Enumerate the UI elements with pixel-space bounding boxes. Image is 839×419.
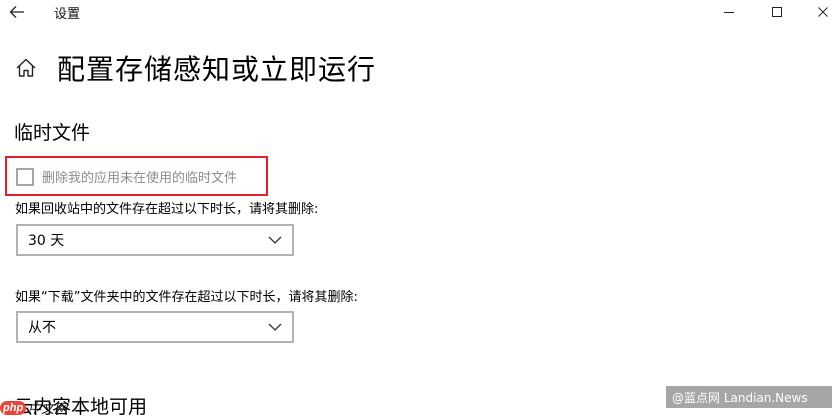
- page-title: 配置存储感知或立即运行: [57, 53, 377, 86]
- maximize-icon: [772, 7, 782, 17]
- back-button[interactable]: [6, 2, 28, 22]
- downloads-label: 如果“下载”文件夹中的文件存在超过以下时长，请将其删除:: [15, 290, 358, 305]
- recycle-bin-label: 如果回收站中的文件存在超过以下时长，请将其删除:: [15, 202, 319, 217]
- minimize-button[interactable]: [706, 0, 752, 24]
- checkbox-label: 删除我的应用未在使用的临时文件: [42, 171, 238, 186]
- chevron-down-icon: [268, 323, 282, 331]
- recycle-bin-dropdown-value: 30 天: [28, 233, 65, 249]
- recycle-bin-dropdown[interactable]: 30 天: [16, 224, 294, 256]
- downloads-dropdown[interactable]: 从不: [16, 311, 294, 343]
- title-bar: 设置: [0, 0, 839, 24]
- maximize-button[interactable]: [754, 0, 800, 24]
- watermark-left: php 中文网: [0, 398, 67, 417]
- close-icon: [818, 7, 828, 17]
- close-button[interactable]: [800, 0, 839, 24]
- minimize-icon: [724, 12, 734, 13]
- app-title: 设置: [54, 7, 81, 22]
- chevron-down-icon: [268, 236, 282, 244]
- delete-temp-files-checkbox[interactable]: 删除我的应用未在使用的临时文件: [16, 167, 237, 186]
- checkbox-box[interactable]: [16, 167, 34, 186]
- watermark-php-badge: php: [0, 400, 27, 415]
- back-arrow-icon: [9, 6, 24, 18]
- downloads-dropdown-value: 从不: [28, 320, 56, 336]
- home-icon[interactable]: [14, 56, 38, 80]
- temp-files-section-title: 临时文件: [14, 122, 91, 144]
- watermark-left-text: 中文网: [28, 402, 68, 417]
- watermark-right: @蓝点网 Landian.News: [666, 386, 832, 408]
